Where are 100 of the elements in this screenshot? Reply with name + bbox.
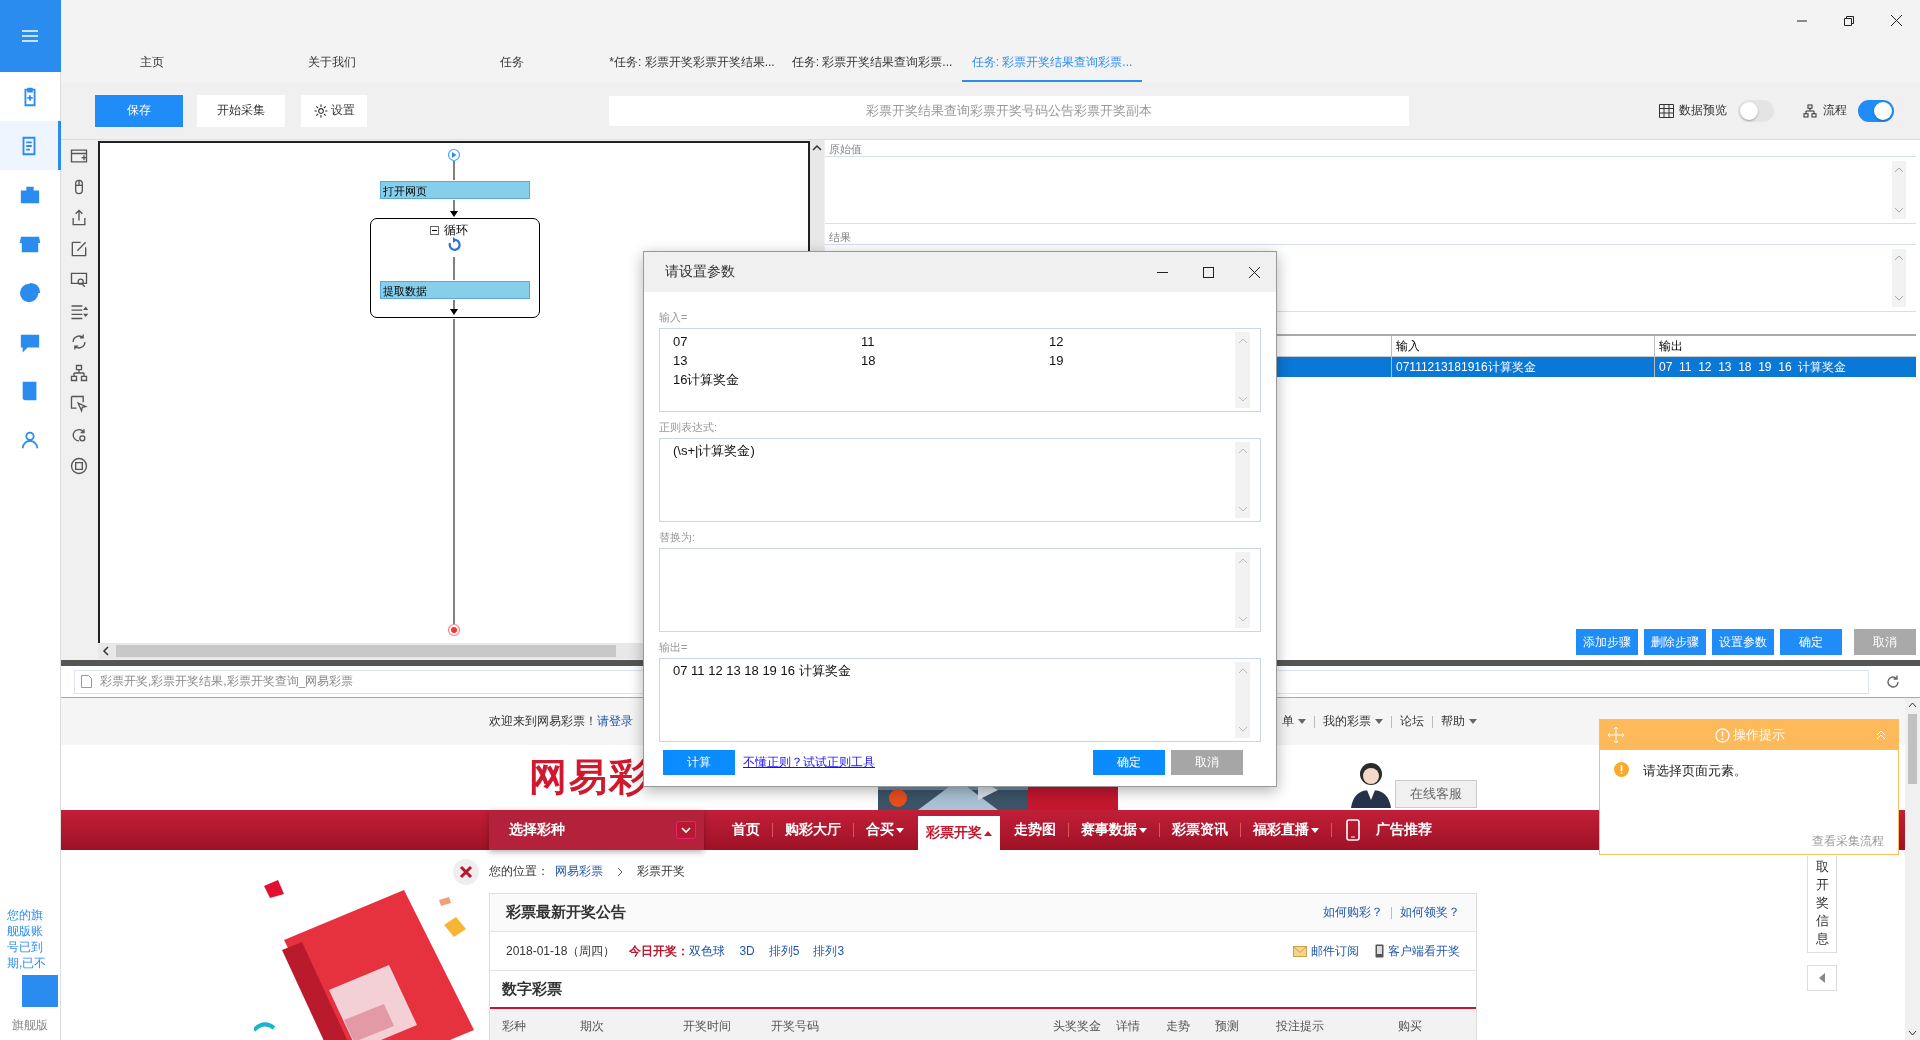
settings-button[interactable]: 设置 xyxy=(301,94,367,127)
field-label: 正则表达式: xyxy=(659,420,719,435)
login-link[interactable]: 请登录 xyxy=(597,713,633,730)
move-icon[interactable] xyxy=(1608,727,1624,743)
online-service-button[interactable]: 在线客服 xyxy=(1395,779,1477,808)
tab[interactable]: 任务: 彩票开奖结果查询彩票... xyxy=(782,44,962,82)
field-value: 13 xyxy=(673,352,689,370)
flow-step[interactable]: 打开网页 xyxy=(380,181,530,199)
flow-label: 流程 xyxy=(1823,102,1847,119)
dialog-title: 请设置参数 xyxy=(665,263,735,281)
flow-step[interactable]: 提取数据 xyxy=(380,281,530,299)
reload-icon[interactable] xyxy=(1885,673,1901,690)
original-value-field[interactable] xyxy=(825,156,1916,224)
collapse-left-icon xyxy=(1818,973,1826,983)
loop-label: 循环 xyxy=(444,222,468,239)
welcome-text: 欢迎来到网易彩票！ xyxy=(489,713,597,730)
text-area[interactable]: 07 11 12 13 18 19 16 计算奖金 xyxy=(659,658,1261,742)
nav-link[interactable]: 合买 xyxy=(858,810,912,850)
caret-icon xyxy=(1375,719,1383,724)
loop-refresh-icon xyxy=(448,237,461,251)
close-icon[interactable] xyxy=(1891,15,1902,26)
game-link[interactable]: 排列5 xyxy=(768,942,800,960)
chevron-icon xyxy=(617,866,623,877)
nav-link[interactable]: 广告推荐 xyxy=(1368,810,1440,850)
flow-connector xyxy=(453,256,455,281)
caret-icon xyxy=(1298,719,1306,724)
client-link[interactable]: 客户端看开奖 xyxy=(1388,942,1460,960)
side-tab[interactable]: 取开奖信息 xyxy=(1807,856,1837,953)
edit-icon[interactable] xyxy=(69,239,89,259)
scroll-thumb[interactable] xyxy=(116,645,616,657)
nav-link[interactable]: 彩票资讯 xyxy=(1164,810,1236,850)
field-value: 11 xyxy=(861,333,876,351)
help-link[interactable]: 如何购彩？ xyxy=(1323,904,1383,921)
search-window-icon[interactable] xyxy=(69,270,89,290)
selector-label: 选择彩种 xyxy=(509,821,565,839)
scroll-down-icon[interactable] xyxy=(1908,1030,1917,1036)
nav-link[interactable]: 首页 xyxy=(724,810,768,850)
stop-icon[interactable] xyxy=(69,456,89,476)
close-icon[interactable] xyxy=(1249,266,1260,278)
subscribe-link[interactable]: 邮件订阅 xyxy=(1311,942,1359,960)
topbar-link[interactable]: 帮助 xyxy=(1441,713,1477,730)
hierarchy-icon xyxy=(1802,102,1818,119)
topbar-link[interactable]: 我的彩票 xyxy=(1323,713,1383,730)
breadcrumb-link[interactable]: 网易彩票 xyxy=(555,863,603,880)
scroll-up-icon[interactable] xyxy=(1908,702,1917,708)
collapse-icon[interactable] xyxy=(430,226,439,235)
text-area[interactable]: 07 11 12 13 18 19 16计算奖金 xyxy=(659,328,1261,412)
game-link[interactable]: 3D xyxy=(739,944,755,958)
close-icon[interactable] xyxy=(453,859,479,885)
nav-link[interactable]: 走势图 xyxy=(1006,810,1064,850)
caret-icon xyxy=(1311,827,1319,833)
help-link[interactable]: 如何领奖？ xyxy=(1400,904,1460,921)
nav-link[interactable]: 赛事数据 xyxy=(1073,810,1155,850)
start-button[interactable]: 开始采集 xyxy=(197,94,285,127)
data-preview-label: 数据预览 xyxy=(1679,102,1727,119)
flow-toggle[interactable] xyxy=(1858,99,1894,122)
nav-link[interactable]: 福彩直播 xyxy=(1245,810,1327,850)
topbar-link[interactable]: 论坛 xyxy=(1400,713,1424,730)
menu-button[interactable] xyxy=(0,0,61,72)
flow-connector xyxy=(453,160,455,181)
collapse-side-button[interactable] xyxy=(1807,965,1837,991)
vertical-scrollbar[interactable] xyxy=(1905,698,1920,1040)
column-header: 开奖时间 xyxy=(683,1017,732,1035)
column-header: 购买 xyxy=(1398,1017,1423,1035)
column-header: 投注提示 xyxy=(1276,1017,1325,1035)
maximize-icon[interactable] xyxy=(1203,266,1214,278)
game-link[interactable]: 双色球 xyxy=(689,942,726,960)
envelope-icon xyxy=(1293,945,1307,957)
table-cell: 07 11 12 13 18 19 16 计算奖金 xyxy=(1654,357,1914,377)
data-preview-toggle[interactable] xyxy=(1738,99,1774,122)
breadcrumb-current: 彩票开奖 xyxy=(637,863,685,880)
nav-link[interactable]: 购彩大厅 xyxy=(777,810,849,850)
tab[interactable]: 关于我们 xyxy=(242,44,422,82)
hierarchy-icon[interactable] xyxy=(69,363,89,383)
caret-icon xyxy=(1469,719,1477,724)
nav-link[interactable]: 彩票开奖 xyxy=(918,816,1000,850)
field-label: 输出= xyxy=(659,640,689,655)
loop-block[interactable] xyxy=(370,218,540,318)
section-title: 数字彩票 xyxy=(502,979,562,999)
field-label: 替换为: xyxy=(659,530,697,545)
mobile-icon xyxy=(1375,944,1384,958)
topbar-link[interactable]: 单 xyxy=(1282,713,1306,730)
warning-icon xyxy=(1614,762,1629,777)
scroll-thumb[interactable] xyxy=(1908,714,1917,784)
tab[interactable]: 任务 xyxy=(422,44,602,82)
lottery-selector[interactable]: 选择彩种 xyxy=(489,810,704,850)
game-link[interactable]: 排列3 xyxy=(813,942,845,960)
table-cell: 07111213181916计算奖金 xyxy=(1391,357,1654,377)
scroll-left-icon[interactable] xyxy=(102,646,110,656)
text-area[interactable]: (\s+|计算奖金) xyxy=(659,438,1261,522)
scroll-up-icon[interactable] xyxy=(812,144,822,152)
table-icon xyxy=(1659,103,1674,118)
regex-tool-link[interactable]: 不懂正则？试试正则工具 xyxy=(743,754,875,771)
sidebar-item[interactable] xyxy=(0,121,61,170)
tab[interactable]: 主页 xyxy=(62,44,242,82)
cursor-select-icon[interactable] xyxy=(69,394,89,414)
column-header: 详情 xyxy=(1116,1017,1141,1035)
phone-icon xyxy=(1346,819,1360,841)
restore-icon[interactable] xyxy=(1844,15,1854,26)
tab[interactable]: *任务: 彩票开奖彩票开奖结果... xyxy=(602,44,782,82)
